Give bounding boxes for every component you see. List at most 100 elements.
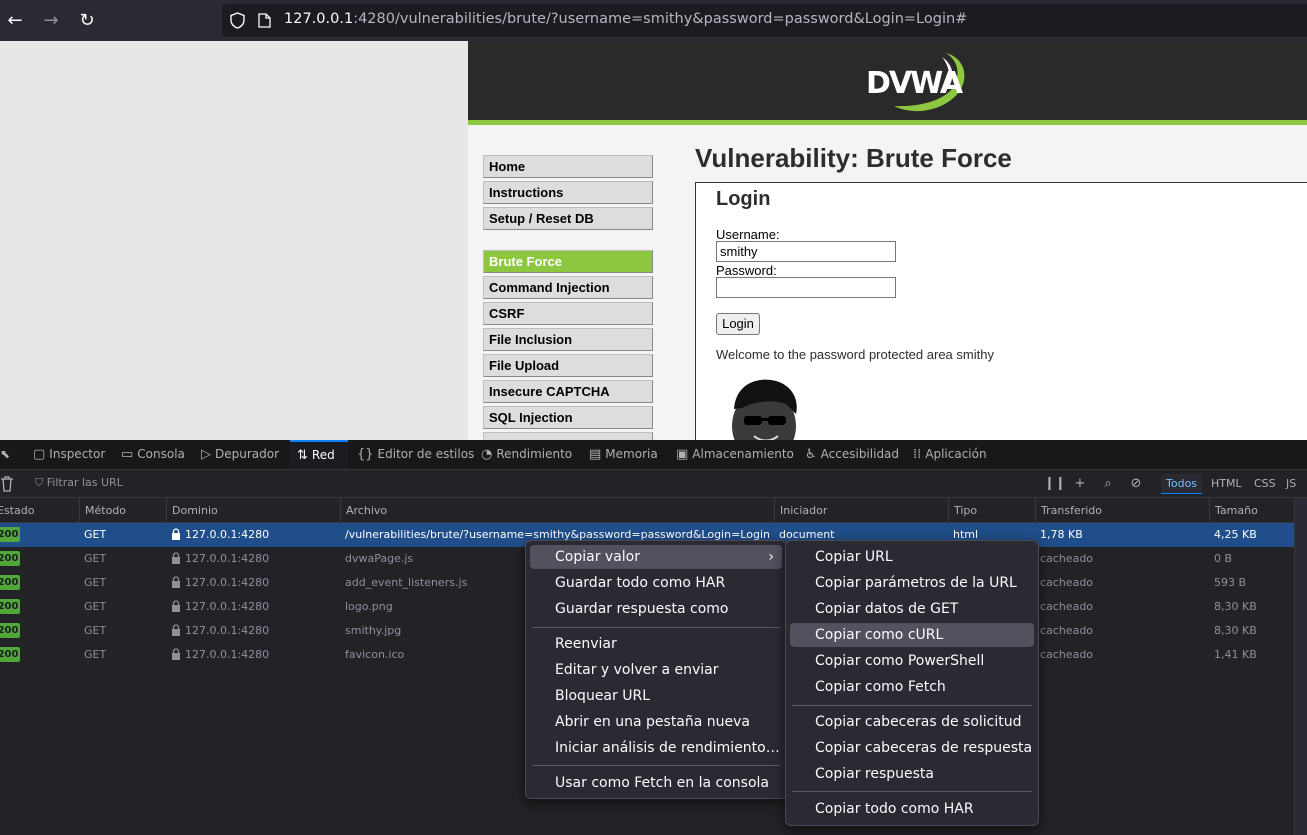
menu-item-brute-force[interactable]: Brute Force (483, 250, 653, 273)
menu-item-file-inclusion[interactable]: File Inclusion (483, 328, 653, 351)
filter-html[interactable]: HTML (1211, 474, 1242, 494)
url-bar[interactable]: 127.0.0.1:4280/vulnerabilities/brute/?us… (222, 4, 1307, 37)
menu-item-resend[interactable]: Reenviar (530, 632, 782, 656)
performance-icon: ◔ (481, 447, 493, 462)
cell-method: GET (84, 624, 107, 637)
submenu-copy-fetch[interactable]: Copiar como Fetch (790, 675, 1034, 699)
network-filter-bar: ⛉ Filtrar las URL ❙❙ + ⌕ ⊘ Todos HTML CS… (0, 470, 1307, 498)
submenu-copy-url[interactable]: Copiar URL (790, 545, 1034, 569)
menu-item-edit-resend[interactable]: Editar y volver a enviar (530, 658, 782, 682)
tab-console[interactable]: ▭ Consola (121, 440, 185, 469)
cell-method: GET (84, 552, 107, 565)
tab-style-editor[interactable]: {} Editor de estilos (357, 440, 474, 469)
col-size[interactable]: Tamaño (1209, 498, 1258, 523)
search-icon[interactable]: ⌕ (1100, 475, 1116, 493)
pause-icon[interactable]: ❙❙ (1044, 475, 1066, 493)
filter-css[interactable]: CSS (1254, 474, 1276, 494)
col-file[interactable]: Archivo (340, 498, 387, 523)
tab-label: Almacenamiento (692, 447, 794, 461)
block-icon[interactable]: ⊘ (1128, 475, 1144, 493)
login-button[interactable]: Login (716, 313, 760, 335)
menu-item-start-profiling[interactable]: Iniciar análisis de rendimiento… (530, 736, 782, 760)
password-input[interactable] (716, 277, 896, 298)
dvwa-page: DVWA Home Instructions Setup / Reset DB … (468, 41, 1307, 440)
menu-item-block-url[interactable]: Bloquear URL (530, 684, 782, 708)
menu-item-sql-injection[interactable]: SQL Injection (483, 406, 653, 429)
menu-item-save-response[interactable]: Guardar respuesta como (530, 597, 782, 621)
page-info-icon[interactable] (258, 13, 271, 28)
submenu-copy-url-params[interactable]: Copiar parámetros de la URL (790, 571, 1034, 595)
cell-transferred: cacheado (1040, 648, 1094, 661)
tab-storage[interactable]: ▣ Almacenamiento (676, 440, 794, 469)
col-status[interactable]: Estado (0, 498, 34, 523)
url-text[interactable]: 127.0.0.1:4280/vulnerabilities/brute/?us… (284, 11, 967, 27)
menu-item-setup[interactable]: Setup / Reset DB (483, 207, 653, 230)
username-input[interactable]: smithy (716, 241, 896, 262)
menu-item-csrf[interactable]: CSRF (483, 302, 653, 325)
tab-performance[interactable]: ◔ Rendimiento (481, 440, 572, 469)
submenu-copy-response-headers[interactable]: Copiar cabeceras de respuesta (790, 736, 1034, 760)
element-picker-icon[interactable]: ⬉ (0, 440, 16, 469)
cell-size: 0 B (1214, 552, 1233, 565)
tab-application[interactable]: ⁞⁞ Aplicación (913, 440, 987, 469)
trash-icon[interactable] (0, 475, 14, 492)
devtools-side-panel (1294, 498, 1307, 835)
submenu-copy-get-data[interactable]: Copiar datos de GET (790, 597, 1034, 621)
vulnerable-code-area: Login Username: smithy Password: Login W… (695, 182, 1307, 440)
submenu-copy-request-headers[interactable]: Copiar cabeceras de solicitud (790, 710, 1034, 734)
menu-item-use-as-fetch[interactable]: Usar como Fetch en la consola (530, 771, 782, 795)
submenu-copy-response[interactable]: Copiar respuesta (790, 762, 1034, 786)
menu-separator (792, 705, 1032, 706)
lock-icon (172, 552, 180, 564)
lock-icon (172, 600, 180, 612)
welcome-message: Welcome to the password protected area s… (716, 347, 994, 362)
cell-method: GET (84, 576, 107, 589)
svg-text:DVWA: DVWA (866, 66, 964, 101)
back-arrow-icon[interactable]: ← (3, 9, 27, 33)
tab-label: Rendimiento (496, 447, 573, 461)
debugger-icon: ▷ (201, 447, 211, 462)
tab-inspector[interactable]: ▢ Inspector (33, 440, 105, 469)
tab-debugger[interactable]: ▷ Depurador (201, 440, 279, 469)
filter-urls-input[interactable]: ⛉ Filtrar las URL (35, 476, 123, 490)
filter-all[interactable]: Todos (1161, 474, 1203, 494)
lock-icon (172, 528, 180, 540)
col-method[interactable]: Método (79, 498, 126, 523)
cell-domain: 127.0.0.1:4280 (171, 547, 269, 571)
col-initiator[interactable]: Iniciador (774, 498, 827, 523)
menu-item-command-injection[interactable]: Command Injection (483, 276, 653, 299)
cell-file: logo.png (345, 600, 393, 613)
menu-item-insecure-captcha[interactable]: Insecure CAPTCHA (483, 380, 653, 403)
col-transferred[interactable]: Transferido (1035, 498, 1102, 523)
col-domain[interactable]: Dominio (166, 498, 218, 523)
cell-method: GET (84, 648, 107, 661)
reload-icon[interactable]: ↻ (75, 9, 99, 33)
cell-size: 8,30 KB (1214, 600, 1257, 613)
cell-size: 8,30 KB (1214, 624, 1257, 637)
url-host: 127.0.0.1 (284, 11, 354, 27)
menu-item-partial[interactable] (483, 432, 653, 440)
submenu-copy-powershell[interactable]: Copiar como PowerShell (790, 649, 1034, 673)
submenu-copy-curl[interactable]: Copiar como cURL (790, 623, 1034, 647)
menu-item-home[interactable]: Home (483, 155, 653, 178)
menu-item-copy-value[interactable]: Copiar valor › (530, 545, 782, 569)
menu-item-save-har[interactable]: Guardar todo como HAR (530, 571, 782, 595)
username-label: Username: (716, 227, 780, 242)
filter-js[interactable]: JS (1286, 474, 1296, 494)
col-type[interactable]: Tipo (948, 498, 977, 523)
cell-transferred: cacheado (1040, 600, 1094, 613)
tab-label: Red (311, 448, 335, 462)
tab-network[interactable]: ⇅ Red (290, 440, 348, 469)
tab-accessibility[interactable]: ♿ Accesibilidad (805, 440, 899, 469)
tab-memory[interactable]: ▤ Memoria (589, 440, 658, 469)
add-icon[interactable]: + (1072, 475, 1088, 493)
shield-icon[interactable] (230, 12, 245, 29)
cell-transferred: cacheado (1040, 624, 1094, 637)
cell-transferred: cacheado (1040, 552, 1094, 565)
menu-item-instructions[interactable]: Instructions (483, 181, 653, 204)
domain-text: 127.0.0.1:4280 (185, 600, 270, 613)
menu-item-open-new-tab[interactable]: Abrir en una pestaña nueva (530, 710, 782, 734)
submenu-copy-all-har[interactable]: Copiar todo como HAR (790, 797, 1034, 821)
menu-item-file-upload[interactable]: File Upload (483, 354, 653, 377)
forward-arrow-icon[interactable]: → (39, 9, 63, 33)
